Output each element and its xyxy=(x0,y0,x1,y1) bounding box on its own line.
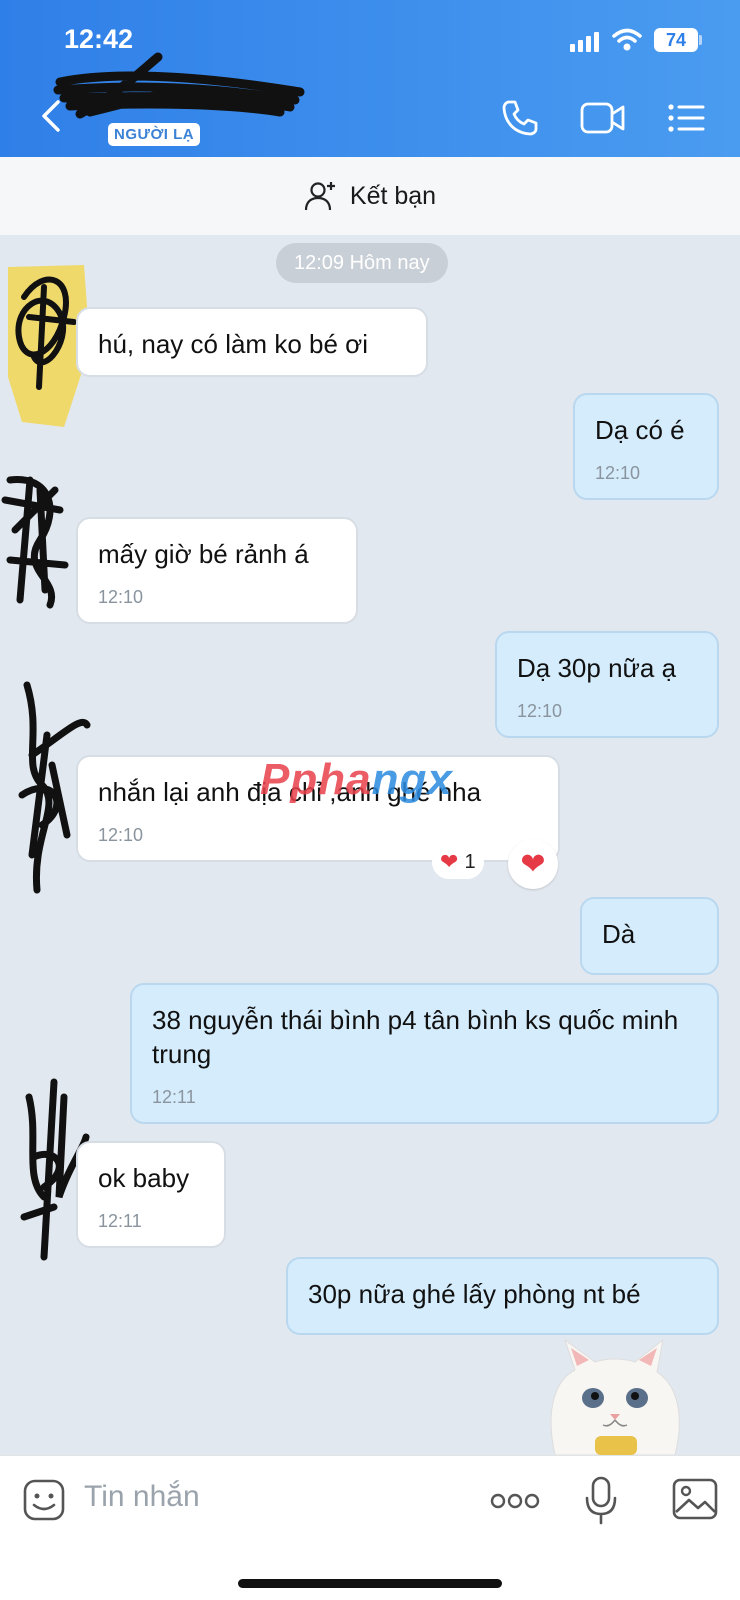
reaction-count-label: 1 xyxy=(464,850,476,873)
message-time: 12:10 xyxy=(98,587,144,607)
heart-icon: ❤ xyxy=(440,849,459,874)
watermark-part2: ngx xyxy=(371,755,453,804)
status-time: 12:42 xyxy=(64,24,134,54)
message-bubble-out[interactable]: Dạ có é 12:10 xyxy=(573,393,719,500)
home-indicator xyxy=(238,1579,502,1588)
react-button[interactable]: ❤ xyxy=(508,839,558,889)
message-text: Dạ có é xyxy=(595,415,685,445)
menu-list-icon[interactable] xyxy=(666,98,706,138)
chat-area[interactable]: 12:09 Hôm nay hú, nay có làm ko bé ơi Dạ… xyxy=(0,235,740,1455)
message-time: 12:10 xyxy=(517,701,563,721)
watermark-part1: Ppha xyxy=(260,755,372,804)
add-friend-label: Kết bạn xyxy=(349,181,437,210)
microphone-icon[interactable] xyxy=(584,1476,618,1526)
message-bubble-out[interactable]: Dà xyxy=(580,897,719,975)
message-input[interactable]: Tin nhắn xyxy=(84,1480,200,1514)
message-bubble-in[interactable]: hú, nay có làm ko bé ơi xyxy=(76,307,428,377)
sticker-emoji-icon[interactable] xyxy=(22,1478,66,1522)
message-bubble-out[interactable]: 38 nguyễn thái bình p4 tân bình ks quốc … xyxy=(130,983,719,1124)
message-text: mấy giờ bé rảnh á xyxy=(98,539,309,569)
battery-icon: 74 xyxy=(654,28,698,52)
message-bubble-in[interactable]: ok baby 12:11 xyxy=(76,1141,226,1248)
message-text: 38 nguyễn thái bình p4 tân bình ks quốc … xyxy=(152,1005,679,1069)
sender-avatar xyxy=(1,476,69,609)
wifi-icon xyxy=(612,28,642,51)
reaction-count[interactable]: ❤ 1 xyxy=(432,845,484,879)
video-call-icon[interactable] xyxy=(580,98,626,138)
message-time: 12:11 xyxy=(152,1087,196,1107)
message-text: 30p nữa ghé lấy phòng nt bé xyxy=(308,1279,641,1309)
battery-tip xyxy=(699,35,702,45)
watermark: Pphangx xyxy=(260,755,453,805)
stranger-badge: NGƯỜI LẠ xyxy=(108,123,201,146)
image-gallery-icon[interactable] xyxy=(672,1478,718,1520)
message-time: 12:11 xyxy=(98,1211,142,1231)
message-text: Dà xyxy=(602,919,636,949)
message-bubble-out[interactable]: 30p nữa ghé lấy phòng nt bé xyxy=(286,1257,719,1335)
phone-call-icon[interactable] xyxy=(500,98,540,138)
chat-header: 12:42 74 NGƯỜI LẠ xyxy=(0,0,740,157)
message-bubble-out[interactable]: Dạ 30p nữa ạ 12:10 xyxy=(495,631,719,738)
add-user-icon xyxy=(304,182,335,211)
redacted-contact-name xyxy=(53,52,305,119)
add-friend-bar[interactable]: Kết bạn xyxy=(0,157,740,235)
message-time: 12:10 xyxy=(595,463,641,483)
message-text: Dạ 30p nữa ạ xyxy=(517,653,677,683)
message-bubble-in[interactable]: mấy giờ bé rảnh á 12:10 xyxy=(76,517,358,624)
message-time: 12:10 xyxy=(98,825,144,845)
message-text: hú, nay có làm ko bé ơi xyxy=(98,329,368,359)
cellular-signal-icon xyxy=(570,32,599,52)
heart-icon: ❤ xyxy=(520,847,546,881)
date-separator: 12:09 Hôm nay xyxy=(276,243,448,283)
cat-sticker[interactable] xyxy=(535,1340,695,1455)
message-text: ok baby xyxy=(98,1163,190,1193)
more-options-icon[interactable] xyxy=(490,1492,540,1510)
